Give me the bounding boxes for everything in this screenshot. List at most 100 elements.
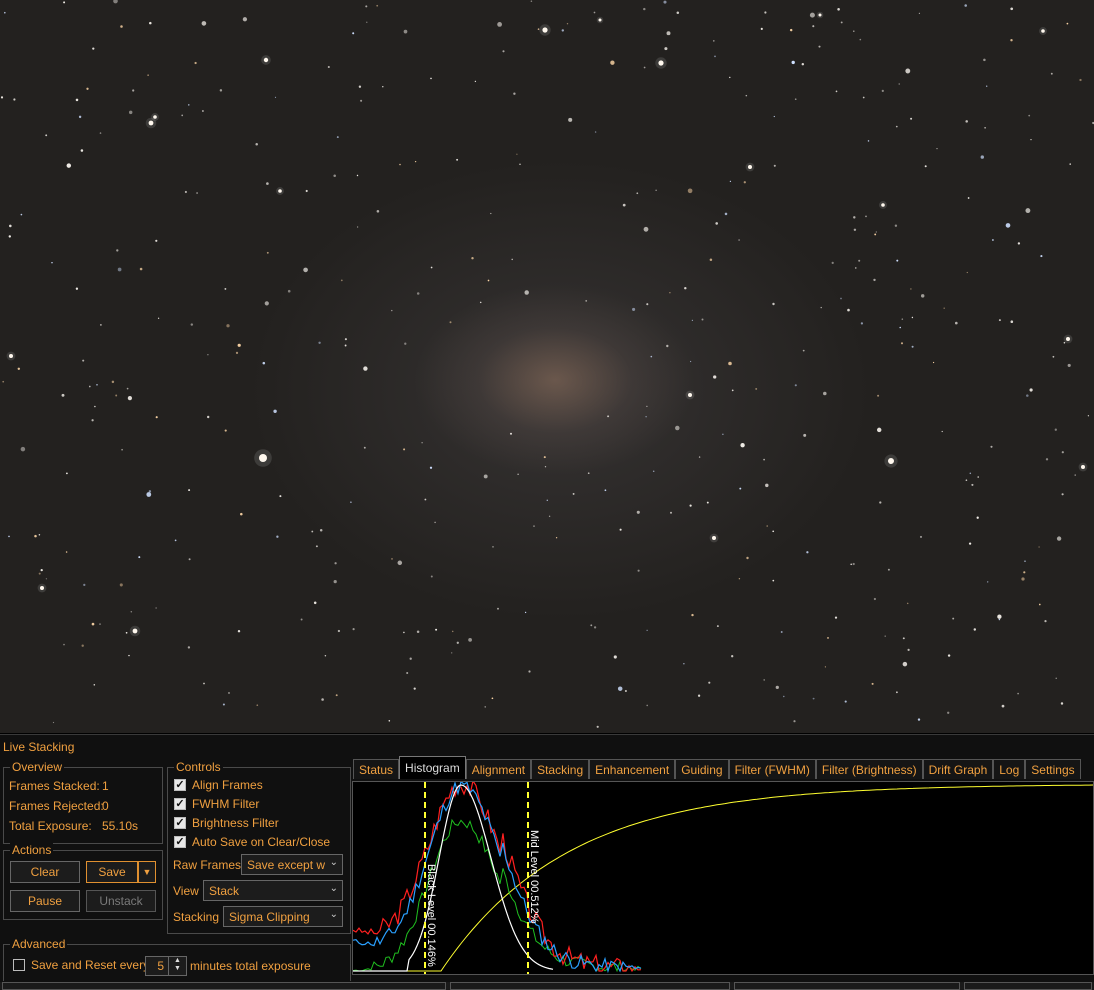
star: [1010, 320, 1014, 323]
star: [713, 375, 717, 379]
star: [728, 361, 732, 366]
histogram-chart[interactable]: Black Level 00.146% Mid Level 00.512%: [352, 781, 1094, 975]
star: [65, 472, 68, 475]
star: [517, 473, 519, 475]
star: [947, 654, 951, 657]
star: [746, 556, 749, 560]
star: [128, 654, 130, 657]
star: [1025, 208, 1031, 214]
spinner-arrows-icon[interactable]: ▲ ▼: [168, 957, 186, 975]
star: [1060, 702, 1064, 705]
fwhm-filter-checkbox[interactable]: ✓ FWHM Filter: [174, 797, 259, 811]
star-field: [0, 0, 1094, 728]
star: [936, 147, 938, 150]
tab-alignment[interactable]: Alignment: [465, 759, 532, 779]
unstack-button[interactable]: Unstack: [86, 890, 156, 912]
tab-enhancement[interactable]: Enhancement: [589, 759, 676, 779]
pause-button[interactable]: Pause: [10, 890, 80, 912]
star: [406, 671, 409, 675]
star: [858, 259, 861, 262]
star: [366, 21, 368, 23]
star: [683, 663, 685, 665]
star: [51, 261, 53, 264]
star: [666, 31, 671, 36]
star: [303, 267, 308, 273]
stacked-image-view[interactable]: [0, 0, 1094, 733]
star: [941, 430, 943, 433]
star: [663, 0, 667, 4]
save-reset-checkbox[interactable]: Save and Reset every: [13, 958, 149, 972]
star: [382, 86, 384, 88]
bright-star-core: [748, 165, 752, 169]
star: [991, 239, 994, 241]
star: [763, 458, 765, 461]
star: [712, 40, 715, 42]
star: [391, 558, 393, 560]
star: [120, 25, 123, 28]
star: [207, 354, 209, 356]
star: [896, 259, 899, 262]
star: [902, 661, 908, 667]
auto-save-checkbox[interactable]: ✓ Auto Save on Clear/Close: [174, 835, 330, 849]
tab-status[interactable]: Status: [353, 759, 400, 779]
star: [837, 8, 840, 11]
star: [266, 251, 269, 254]
star: [190, 323, 194, 326]
star: [99, 132, 102, 134]
star: [895, 125, 898, 128]
star: [783, 695, 785, 698]
star: [691, 613, 694, 617]
star: [670, 511, 672, 514]
tab-filter-brightness[interactable]: Filter (Brightness): [815, 759, 923, 779]
star: [13, 98, 16, 101]
stacking-select[interactable]: Sigma Clipping ⌄: [223, 906, 343, 927]
star: [738, 578, 741, 580]
star: [537, 28, 540, 30]
star: [977, 476, 979, 478]
raw-frames-select[interactable]: Save except w ⌄: [241, 854, 343, 875]
histogram-red: [353, 782, 642, 973]
clear-button[interactable]: Clear: [10, 861, 80, 883]
tab-stacking[interactable]: Stacking: [531, 759, 590, 779]
star: [376, 210, 380, 213]
star: [738, 239, 740, 241]
star: [1001, 704, 1005, 708]
star: [645, 416, 647, 418]
checkbox-empty-icon: [13, 959, 25, 971]
chevron-down-icon: ▼: [142, 867, 152, 877]
view-select[interactable]: Stack ⌄: [203, 880, 343, 901]
star: [424, 498, 427, 501]
star: [918, 12, 921, 15]
align-frames-checkbox[interactable]: ✓ Align Frames: [174, 778, 263, 792]
minutes-spinner[interactable]: 5 ▲ ▼: [145, 956, 187, 976]
minutes-suffix: minutes total exposure: [190, 959, 311, 973]
star: [421, 442, 423, 444]
tab-settings[interactable]: Settings: [1025, 759, 1081, 779]
star: [333, 579, 337, 584]
star: [429, 466, 433, 469]
tab-drift-graph[interactable]: Drift Graph: [922, 759, 994, 779]
brightness-filter-checkbox[interactable]: ✓ Brightness Filter: [174, 816, 279, 830]
tab-filter-fwhm[interactable]: Filter (FWHM): [728, 759, 816, 779]
star: [585, 299, 588, 302]
tab-log[interactable]: Log: [993, 759, 1026, 779]
save-dropdown-button[interactable]: ▼: [138, 861, 156, 883]
star: [1061, 451, 1064, 454]
star: [188, 558, 191, 561]
star: [729, 180, 732, 183]
star: [613, 655, 617, 659]
save-reset-label: Save and Reset every: [31, 958, 150, 972]
star: [201, 21, 207, 26]
tab-histogram[interactable]: Histogram: [399, 756, 466, 779]
star: [20, 446, 26, 452]
star: [513, 92, 516, 95]
star: [1021, 577, 1025, 581]
star: [924, 165, 927, 168]
save-button[interactable]: Save: [86, 861, 138, 883]
star: [273, 409, 277, 414]
star: [965, 479, 968, 482]
tab-guiding[interactable]: Guiding: [675, 759, 729, 779]
star: [607, 415, 610, 418]
bright-star-core: [263, 57, 269, 63]
star: [867, 140, 870, 142]
